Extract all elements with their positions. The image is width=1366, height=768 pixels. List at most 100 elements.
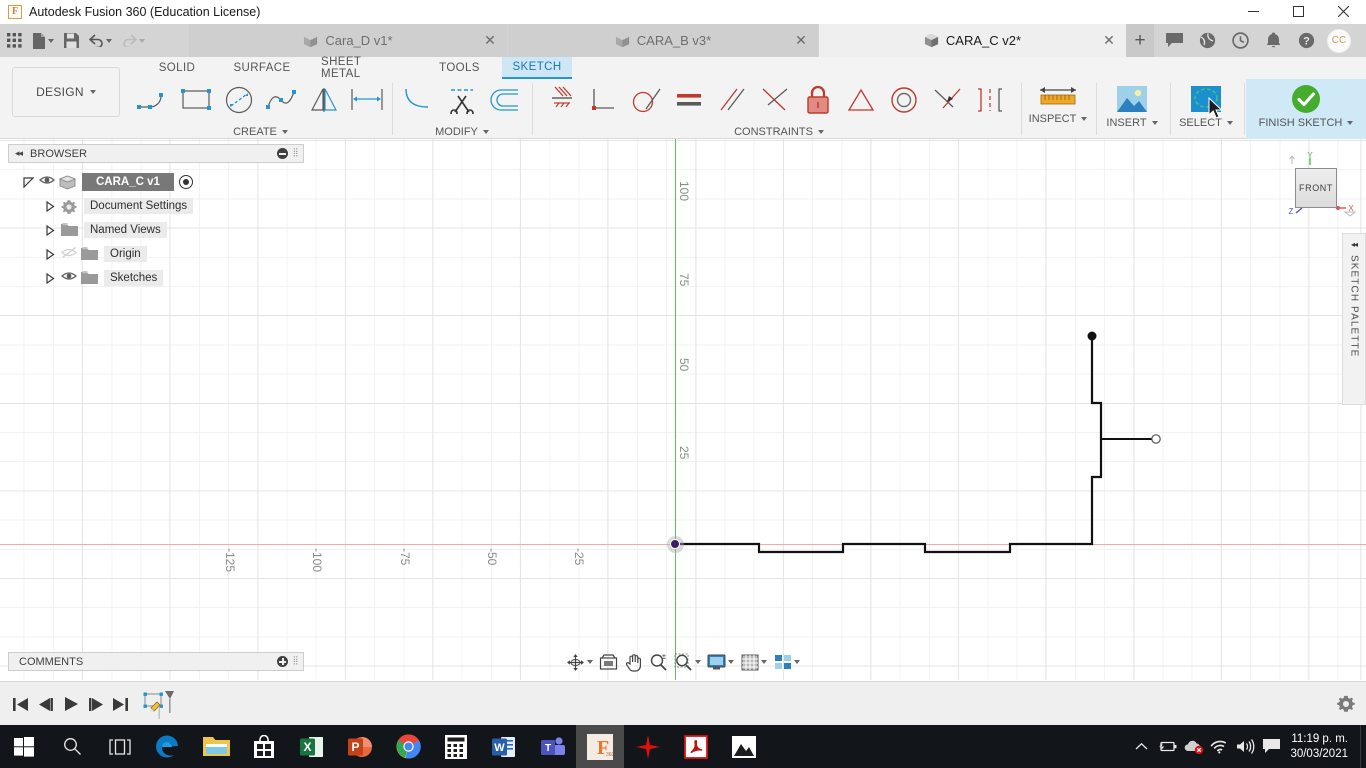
sketch-palette-collapse-icon[interactable]: ◂◂	[1351, 240, 1358, 249]
browser-grip-icon[interactable]: ⦙⦙	[293, 147, 298, 160]
trim-icon[interactable]	[441, 79, 484, 121]
concentric-icon[interactable]	[882, 79, 925, 121]
spline-icon[interactable]	[261, 79, 304, 121]
zoom-window-button[interactable]	[671, 650, 704, 674]
activate-component-radio[interactable]	[178, 175, 193, 189]
ribbon-tab-tools[interactable]: TOOLS	[417, 57, 502, 79]
pan-button[interactable]	[621, 650, 646, 674]
ribbon-group-label-modify[interactable]: MODIFY	[398, 126, 526, 138]
taskbar-excel[interactable]: X	[288, 725, 336, 768]
globe-icon[interactable]	[1191, 24, 1224, 57]
user-avatar[interactable]: CC	[1327, 28, 1351, 53]
comments-grip-icon[interactable]: ⦙⦙	[293, 655, 298, 668]
document-tab-close-2[interactable]: ✕	[1102, 33, 1116, 47]
look-at-button[interactable]	[596, 650, 621, 674]
close-button[interactable]	[1321, 0, 1366, 24]
taskbar-search-button[interactable]	[48, 725, 96, 768]
chevron-right-icon[interactable]	[44, 200, 57, 213]
taskbar-fusion360[interactable]: F 360	[576, 725, 624, 768]
go-to-end-button[interactable]	[108, 682, 133, 726]
inspect-button[interactable]: INSPECT	[1028, 79, 1088, 139]
timeline-feature-sketch[interactable]	[143, 690, 175, 720]
display-settings-caret[interactable]	[728, 660, 734, 664]
document-tab-close-0[interactable]: ✕	[483, 33, 497, 47]
perpendicular-icon[interactable]	[581, 79, 624, 121]
minimize-button[interactable]	[1231, 0, 1276, 24]
taskbar-photos[interactable]	[720, 725, 768, 768]
comments-panel-header[interactable]: COMMENTS ⦙⦙	[8, 652, 304, 671]
taskbar-edge[interactable]	[144, 725, 192, 768]
grid-snaps-caret[interactable]	[761, 660, 767, 664]
chevron-right-icon[interactable]	[44, 224, 57, 237]
tree-item-sketches[interactable]: Sketches	[8, 266, 304, 290]
step-forward-button[interactable]	[83, 682, 108, 726]
tree-item-origin[interactable]: Origin	[8, 242, 304, 266]
display-settings-button[interactable]	[704, 650, 737, 674]
taskbar-task-view-button[interactable]	[96, 725, 144, 768]
sketch-endpoint-right[interactable]	[1151, 434, 1161, 444]
sketch-origin-point[interactable]	[666, 535, 684, 553]
visibility-eye-icon[interactable]	[39, 174, 55, 190]
coincident-icon[interactable]	[538, 79, 581, 121]
wifi-icon[interactable]	[1206, 725, 1232, 768]
go-to-beginning-button[interactable]	[8, 682, 33, 726]
play-button[interactable]	[58, 682, 83, 726]
expand-triangle-icon[interactable]	[22, 176, 35, 189]
fillet-icon[interactable]	[398, 79, 441, 121]
taskbar-file-explorer[interactable]	[192, 725, 240, 768]
tray-chevron-up-icon[interactable]	[1128, 725, 1154, 768]
taskbar-start-button[interactable]	[0, 725, 48, 768]
sketch-endpoint-top[interactable]	[1087, 331, 1097, 341]
sketch-profile-path[interactable]	[675, 336, 1103, 554]
document-tab-close-1[interactable]: ✕	[794, 33, 808, 47]
collinear-icon[interactable]	[753, 79, 796, 121]
bell-icon[interactable]	[1257, 24, 1290, 57]
parallel-equal-icon[interactable]	[667, 79, 710, 121]
symmetry-icon[interactable]	[925, 79, 968, 121]
insert-button[interactable]: INSERT	[1102, 79, 1162, 139]
orbit-caret[interactable]	[587, 660, 593, 664]
document-tab-2[interactable]: CARA_C v2* ✕	[819, 24, 1126, 57]
browser-collapse-icon[interactable]: ◂◂	[15, 148, 23, 159]
viewports-button[interactable]	[770, 650, 803, 674]
mirror-icon[interactable]	[303, 79, 346, 121]
tangent-icon[interactable]	[624, 79, 667, 121]
ribbon-tab-sketch[interactable]: SKETCH	[502, 57, 572, 79]
add-comment-icon[interactable]	[277, 656, 289, 667]
viewcube[interactable]: Y X Z FRONT	[1280, 150, 1360, 222]
fix-lock-icon[interactable]	[796, 79, 839, 121]
action-center-icon[interactable]	[1258, 725, 1284, 768]
select-button[interactable]: SELECT	[1176, 79, 1236, 139]
new-document-caret[interactable]	[48, 38, 54, 43]
viewcube-front-face[interactable]: FRONT	[1295, 168, 1337, 208]
circle-icon[interactable]	[218, 79, 261, 121]
clock-icon[interactable]	[1224, 24, 1257, 57]
taskbar-teams[interactable]: T	[528, 725, 576, 768]
zoom-button[interactable]: ±	[646, 650, 671, 674]
new-document-icon[interactable]	[27, 24, 59, 57]
new-tab-button[interactable]: +	[1126, 24, 1154, 57]
tree-item-document-settings[interactable]: Document Settings	[8, 194, 304, 218]
show-desktop-button[interactable]	[1360, 725, 1366, 768]
ribbon-group-label-constraints[interactable]: CONSTRAINTS	[538, 126, 1020, 138]
ribbon-tab-surface[interactable]: SURFACE	[217, 57, 307, 79]
sketch-palette-tab[interactable]: ◂◂ SKETCH PALETTE	[1342, 233, 1366, 405]
maximize-button[interactable]	[1276, 0, 1321, 24]
undo-icon[interactable]	[84, 24, 117, 57]
document-tab-0[interactable]: Cara_D v1* ✕	[189, 24, 507, 57]
taskbar-word[interactable]: W	[480, 725, 528, 768]
taskbar-microsoft-store[interactable]	[240, 725, 288, 768]
line-icon[interactable]	[133, 79, 176, 121]
battery-icon[interactable]	[1154, 725, 1180, 768]
ribbon-group-label-create[interactable]: CREATE	[133, 126, 388, 138]
onedrive-error-icon[interactable]	[1180, 725, 1206, 768]
browser-minus-icon[interactable]	[277, 148, 289, 159]
midpoint-icon[interactable]	[839, 79, 882, 121]
taskbar-calculator[interactable]	[432, 725, 480, 768]
timeline-settings-button[interactable]	[1336, 694, 1356, 714]
finish-sketch-button[interactable]: FINISH SKETCH	[1246, 79, 1366, 139]
save-icon[interactable]	[59, 24, 84, 57]
redo-caret[interactable]	[139, 38, 145, 43]
document-tab-1[interactable]: CARA_B v3* ✕	[508, 24, 818, 57]
volume-icon[interactable]	[1232, 725, 1258, 768]
